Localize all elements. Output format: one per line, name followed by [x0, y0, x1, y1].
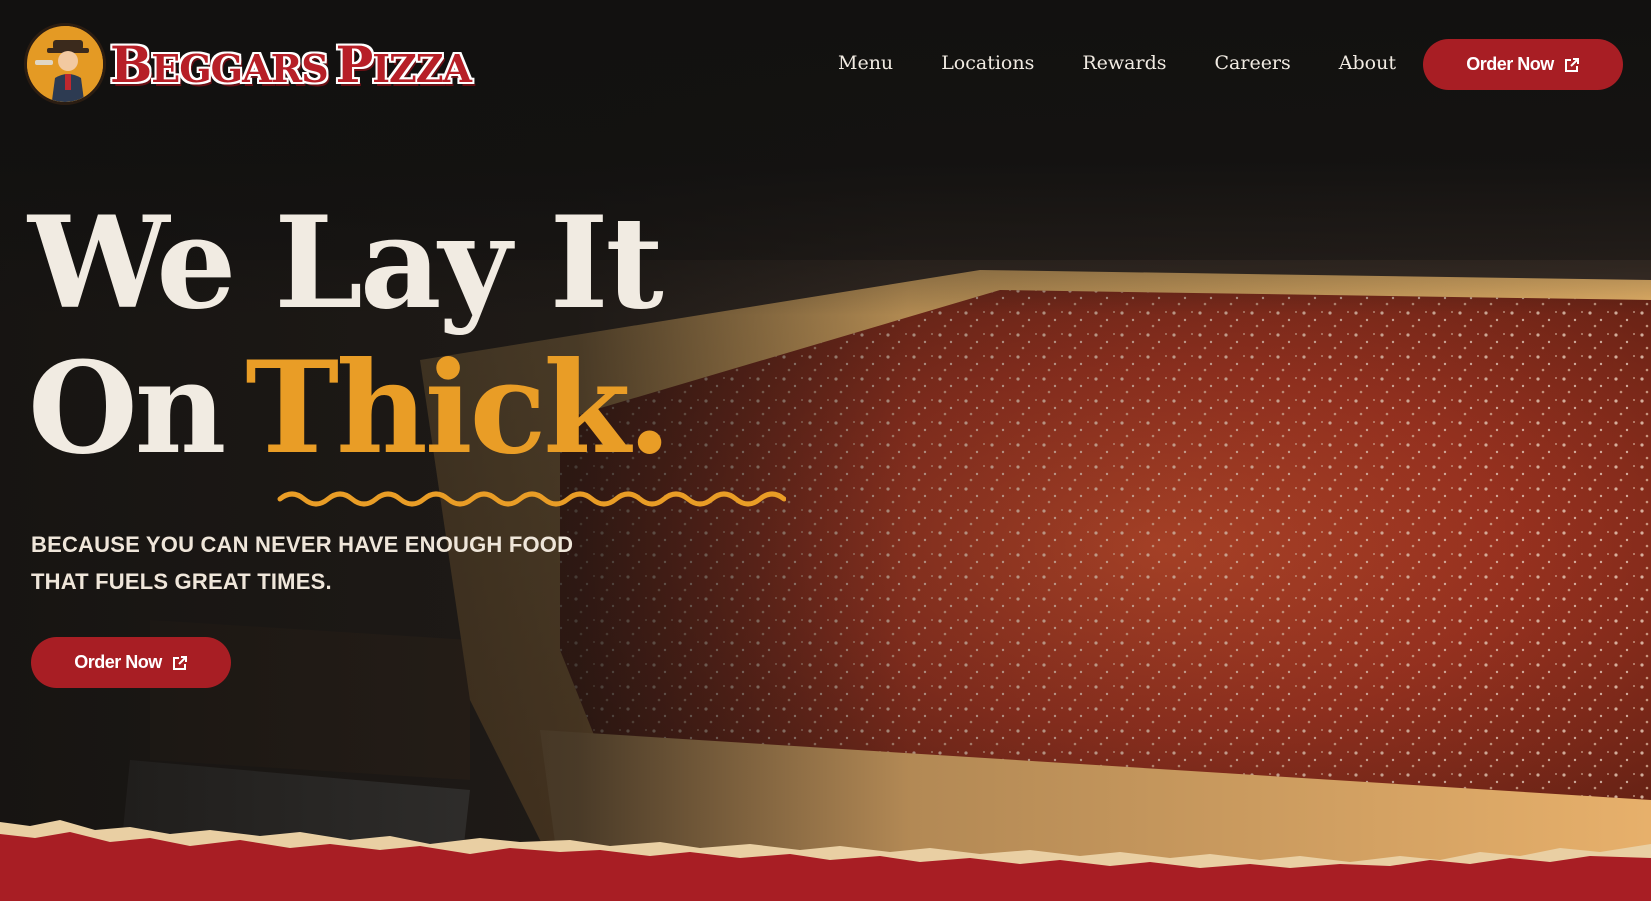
external-link-icon: [1564, 57, 1580, 73]
nav-link-careers[interactable]: Careers: [1215, 52, 1291, 74]
order-now-label: Order Now: [1466, 54, 1554, 74]
headline-line-2: On Thick.: [28, 345, 672, 471]
brand-logo[interactable]: BEGGARS PIZZA: [24, 22, 472, 106]
header-order-now-button[interactable]: Order Now: [1423, 39, 1623, 90]
main-nav: Menu Locations Rewards Careers About: [838, 52, 1396, 74]
order-now-label: Order Now: [74, 652, 162, 672]
hero-order-now-button[interactable]: Order Now: [31, 637, 231, 688]
logo-wordmark: BEGGARS PIZZA: [110, 34, 472, 94]
external-link-icon: [172, 655, 188, 671]
squiggle-underline-icon: [277, 491, 786, 507]
beggar-mascot-icon: [24, 23, 106, 105]
headline-prefix: On: [28, 334, 226, 482]
headline-line-1: We Lay It: [28, 189, 664, 337]
headline-accent: Thick.: [245, 334, 671, 482]
nav-link-menu[interactable]: Menu: [838, 52, 893, 74]
nav-link-locations[interactable]: Locations: [941, 52, 1034, 74]
nav-link-about[interactable]: About: [1339, 52, 1396, 74]
hero-tagline: BECAUSE YOU CAN NEVER HAVE ENOUGH FOOD T…: [31, 532, 574, 594]
torn-paper-divider: [0, 820, 1651, 901]
site-header: BEGGARS PIZZA Menu Locations Rewards Care…: [0, 0, 1651, 130]
nav-link-rewards[interactable]: Rewards: [1082, 52, 1166, 74]
